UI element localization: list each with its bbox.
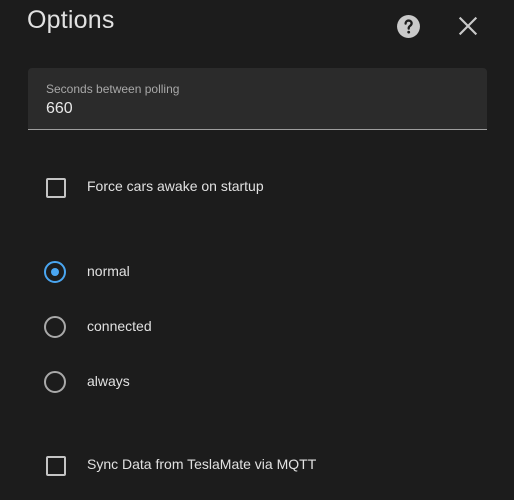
radio-selected-dot [51,268,59,276]
radio-option-connected[interactable]: connected [0,307,514,347]
radio-normal[interactable] [44,261,66,283]
dialog-title: Options [27,6,115,34]
radio-connected-label: connected [87,318,152,334]
polling-interval-field[interactable]: Seconds between polling 660 [28,68,487,130]
radio-option-normal[interactable]: normal [0,252,514,292]
options-dialog: Options Seconds between polling 660 Forc… [0,0,514,500]
close-button[interactable] [455,13,481,39]
force-awake-option[interactable]: Force cars awake on startup [0,167,514,207]
help-button[interactable] [396,14,421,39]
radio-option-always[interactable]: always [0,362,514,402]
radio-normal-label: normal [87,263,130,279]
radio-always[interactable] [44,371,66,393]
radio-always-label: always [87,373,130,389]
dialog-header: Options [0,0,514,56]
radio-connected[interactable] [44,316,66,338]
sync-mqtt-checkbox[interactable] [46,456,66,476]
polling-interval-input[interactable]: 660 [46,100,73,118]
force-awake-label: Force cars awake on startup [87,178,264,194]
close-icon [458,16,478,36]
polling-interval-label: Seconds between polling [46,82,180,96]
help-circle-icon [397,15,420,38]
sync-mqtt-label: Sync Data from TeslaMate via MQTT [87,456,317,472]
sync-mqtt-option[interactable]: Sync Data from TeslaMate via MQTT [0,445,514,485]
force-awake-checkbox[interactable] [46,178,66,198]
